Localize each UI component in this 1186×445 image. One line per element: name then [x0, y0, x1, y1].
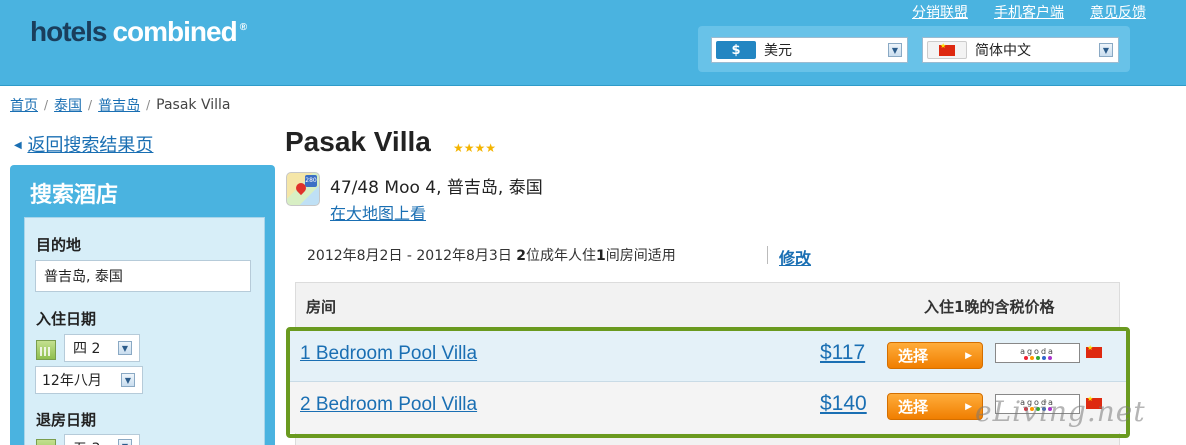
checkout-day-value: 五 3 — [73, 438, 100, 445]
calendar-icon[interactable] — [36, 340, 56, 360]
view-large-map[interactable]: 在大地图上看 — [330, 200, 426, 224]
back-to-results[interactable]: ◀ 返回搜索结果页 — [14, 131, 153, 157]
breadcrumb-home[interactable]: 首页 — [10, 95, 38, 115]
china-flag-icon — [927, 41, 967, 59]
search-panel-title: 搜索酒店 — [30, 183, 119, 208]
logo-registered-mark: ® — [239, 22, 247, 33]
hotel-name: Pasak Villa — [285, 126, 431, 157]
room-count: 1 — [596, 248, 606, 264]
language-value: 简体中文 — [975, 43, 1031, 59]
room-suffix: 间房间适用 — [605, 248, 676, 264]
destination-value: 普吉岛, 泰国 — [44, 269, 123, 285]
breadcrumb-phuket[interactable]: 普吉岛 — [98, 95, 140, 115]
guest-suffix: 位成年人住 — [526, 248, 597, 264]
mobile-app-link[interactable]: 手机客户端 — [994, 2, 1064, 22]
language-select[interactable]: 简体中文 ▼ — [922, 37, 1119, 63]
breadcrumb-separator: / — [44, 98, 49, 112]
dollar-icon: $ — [716, 41, 756, 59]
feedback-link[interactable]: 意见反馈 — [1090, 2, 1146, 22]
checkin-label: 入住日期 — [36, 310, 97, 328]
breadcrumb-current: Pasak Villa — [156, 97, 231, 113]
breadcrumb-thailand[interactable]: 泰国 — [54, 95, 82, 115]
divider — [767, 246, 768, 264]
chevron-down-icon[interactable]: ▼ — [118, 341, 132, 355]
date-range: 2012年8月2日 - 2012年8月3日 — [307, 248, 517, 264]
breadcrumb: 首页 / 泰国 / 普吉岛 / Pasak Villa — [10, 95, 230, 115]
modify-search-link[interactable]: 修改 — [779, 249, 811, 268]
currency-select[interactable]: $ 美元 ▼ — [711, 37, 908, 63]
chevron-down-icon[interactable]: ▼ — [888, 43, 902, 57]
calendar-icon[interactable] — [36, 439, 56, 445]
logo-text-dark: hotels — [30, 16, 107, 47]
star-rating: ★★★★ — [453, 141, 497, 155]
checkin-day-value: 四 2 — [73, 341, 101, 357]
breadcrumb-separator: / — [88, 98, 93, 112]
back-to-results-link[interactable]: 返回搜索结果页 — [27, 135, 153, 156]
view-large-map-link[interactable]: 在大地图上看 — [330, 204, 426, 223]
map-icon[interactable]: 280 — [286, 172, 320, 206]
road-shield-icon: 280 — [305, 175, 317, 187]
destination-input[interactable]: 普吉岛, 泰国 — [35, 260, 251, 292]
destination-label: 目的地 — [36, 236, 82, 254]
hotel-address: 47/48 Moo 4, 普吉岛, 泰国 — [330, 178, 543, 198]
chevron-down-icon[interactable]: ▼ — [1099, 43, 1113, 57]
breadcrumb-separator: / — [146, 98, 151, 112]
triangle-left-icon: ◀ — [14, 140, 22, 151]
header-links: 分销联盟 手机客户端 意见反馈 — [912, 2, 1146, 22]
price-column-header: 入住1晚的含税价格 — [924, 298, 1055, 316]
watermark: eLiving.net — [975, 395, 1146, 428]
search-summary: 2012年8月2日 - 2012年8月3日 2位成年人住1间房间适用 — [307, 245, 676, 265]
logo-text-light: combined — [112, 16, 237, 47]
checkin-month-value: 12年八月 — [42, 373, 102, 389]
affiliate-link[interactable]: 分销联盟 — [912, 2, 968, 22]
modify-search[interactable]: 修改 — [779, 245, 811, 269]
room-column-header: 房间 — [306, 298, 337, 316]
checkout-label: 退房日期 — [36, 411, 97, 429]
currency-value: 美元 — [764, 43, 792, 59]
guest-count: 2 — [516, 248, 527, 264]
chevron-down-icon[interactable]: ▼ — [121, 373, 135, 387]
hotelscombined-logo[interactable]: hotels combined ® — [30, 16, 247, 52]
chevron-down-icon[interactable]: ▼ — [118, 439, 132, 445]
